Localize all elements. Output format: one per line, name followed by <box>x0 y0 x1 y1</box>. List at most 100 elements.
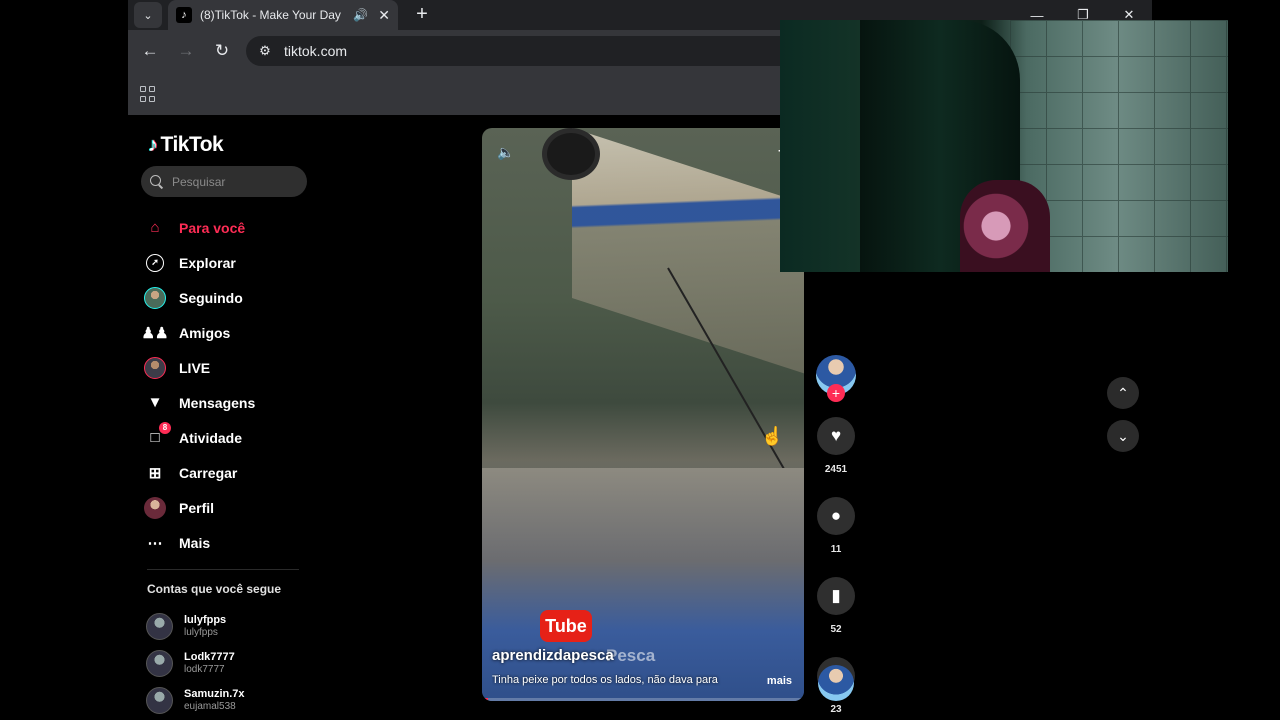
forward-icon[interactable]: → <box>174 39 198 63</box>
tab-search-button[interactable]: ⌄ <box>134 2 162 28</box>
previous-video-button[interactable]: ⌃ <box>1107 377 1139 409</box>
comment-action[interactable]: ● 11 <box>816 497 856 555</box>
video-scene-tire <box>542 128 600 180</box>
nav-label: Para você <box>179 219 246 236</box>
new-tab-button[interactable]: + <box>411 4 433 26</box>
save-count: 52 <box>830 624 842 635</box>
main-nav: ⌂ Para você ➚ Explorar Seguindo ♟♟ Amigo… <box>141 210 314 560</box>
account-handle: lodk7777 <box>184 664 225 675</box>
nav-item-carregar[interactable]: ⊞ Carregar <box>144 455 314 490</box>
close-tab-icon[interactable]: ✕ <box>378 7 390 24</box>
nav-item-amigos[interactable]: ♟♟ Amigos <box>141 315 314 350</box>
avatar <box>146 613 173 640</box>
nav-label: Carregar <box>179 464 238 481</box>
avatar <box>146 687 173 714</box>
account-handle: lulyfpps <box>184 627 218 638</box>
like-count: 2451 <box>824 464 848 475</box>
nav-item-atividade[interactable]: □ 8 Atividade <box>144 420 314 455</box>
heart-icon[interactable]: ♥ <box>817 417 855 455</box>
tiktok-logo[interactable]: ♪ TikTok <box>148 133 224 157</box>
webcam-cloth <box>960 180 1050 272</box>
account-item[interactable]: Lodk7777 lodk7777 <box>146 645 316 682</box>
speaker-icon[interactable]: 🔊 <box>353 8 368 22</box>
nav-item-mais[interactable]: ⋯ Mais <box>144 525 314 560</box>
volume-icon[interactable]: 🔈 <box>497 144 514 161</box>
tiktok-icon: ♪ <box>176 7 192 23</box>
nav-item-seguindo[interactable]: Seguindo <box>144 280 314 315</box>
divider <box>147 569 299 570</box>
friends-icon: ♟♟ <box>141 324 169 342</box>
nav-label: Amigos <box>179 324 231 341</box>
account-name: Samuzin.7x <box>184 688 245 700</box>
avatar <box>146 650 173 677</box>
home-icon: ⌂ <box>150 219 160 236</box>
video-scene-boat <box>572 128 804 376</box>
avatar <box>144 286 166 309</box>
music-disc-avatar[interactable] <box>818 665 854 701</box>
account-handle: eujamal538 <box>184 701 236 712</box>
nav-label: Mensagens <box>179 394 256 411</box>
browser-tab[interactable]: ♪ (8)TikTok - Make Your Day 🔊 ✕ <box>168 0 398 30</box>
nav-label: Mais <box>179 534 211 551</box>
search-placeholder: Pesquisar <box>172 174 226 189</box>
nav-item-explorar[interactable]: ➚ Explorar <box>144 245 314 280</box>
follow-plus-icon[interactable]: + <box>827 384 845 402</box>
url-text: tiktok.com <box>284 43 348 59</box>
chevron-down-icon: ⌄ <box>1117 427 1129 444</box>
account-name: lulyfpps <box>184 614 227 626</box>
sidebar: ♪ TikTok Pesquisar ⌂ Para você ➚ Explora… <box>128 115 318 720</box>
more-icon: ⋯ <box>147 534 163 552</box>
avatar <box>144 496 166 519</box>
upload-icon: ⊞ <box>148 464 162 482</box>
nav-label: Seguindo <box>179 289 243 306</box>
hand-cursor-icon: ☝ <box>761 426 784 446</box>
nav-item-para-voce[interactable]: ⌂ Para você <box>144 210 314 245</box>
nav-item-mensagens[interactable]: ▼ Mensagens <box>144 385 314 420</box>
search-input[interactable]: Pesquisar <box>141 166 307 197</box>
following-list: lulyfpps lulyfpps Lodk7777 lodk7777 Samuzi… <box>146 608 316 719</box>
chevron-down-icon: ⌄ <box>143 9 153 22</box>
comment-icon[interactable]: ● <box>817 497 855 535</box>
compass-icon: ➚ <box>144 252 166 274</box>
save-action[interactable]: ▮ 52 <box>816 577 856 635</box>
nav-label: LIVE <box>179 359 211 376</box>
next-video-button[interactable]: ⌄ <box>1107 420 1139 452</box>
like-action[interactable]: ♥ 2451 <box>816 417 856 475</box>
chevron-up-icon: ⌃ <box>1117 384 1129 401</box>
inbox-icon: □ 8 <box>144 421 171 449</box>
site-info-icon[interactable]: ⚙ <box>250 36 280 66</box>
youtube-watermark: Tube <box>540 610 592 642</box>
video-scene-deck <box>482 468 804 701</box>
nav-item-perfil[interactable]: Perfil <box>144 490 314 525</box>
webcam-overlay <box>780 20 1228 272</box>
nav-label: Atividade <box>179 429 243 446</box>
comment-count: 11 <box>830 544 842 555</box>
account-name: Lodk7777 <box>184 651 235 663</box>
nav-label: Explorar <box>179 254 236 271</box>
following-title: Contas que você segue <box>147 582 282 596</box>
apps-icon[interactable] <box>140 86 156 102</box>
send-icon: ▼ <box>147 394 163 411</box>
video-progress-bar[interactable] <box>482 698 804 701</box>
logo-text: TikTok <box>160 133 224 156</box>
reload-icon[interactable]: ↻ <box>210 39 234 63</box>
creator-avatar[interactable]: + <box>816 355 856 402</box>
video-player[interactable]: 🔈 ⋯ Tube Pesca aprendizdapesca Tinha pei… <box>482 128 804 701</box>
back-icon[interactable]: ← <box>138 39 162 63</box>
avatar <box>144 356 166 379</box>
nav-item-live[interactable]: LIVE <box>144 350 314 385</box>
search-icon <box>150 174 164 189</box>
progress-fill <box>482 698 489 701</box>
tab-title: (8)TikTok - Make Your Day <box>200 8 341 22</box>
tiktok-icon: ♪ <box>148 133 158 156</box>
account-item[interactable]: Samuzin.7x eujamal538 <box>146 682 316 719</box>
bookmark-icon[interactable]: ▮ <box>817 577 855 615</box>
share-count: 23 <box>830 704 842 715</box>
video-description: Tinha peixe por todos os lados, não dava… <box>492 674 718 686</box>
action-bar: + ♥ 2451 ● 11 ▮ 52 ➦ 23 <box>816 355 856 715</box>
more-link[interactable]: mais <box>767 675 792 687</box>
notification-badge: 8 <box>159 421 171 434</box>
nav-label: Perfil <box>179 499 215 516</box>
account-item[interactable]: lulyfpps lulyfpps <box>146 608 316 645</box>
video-username[interactable]: aprendizdapesca <box>492 647 614 664</box>
